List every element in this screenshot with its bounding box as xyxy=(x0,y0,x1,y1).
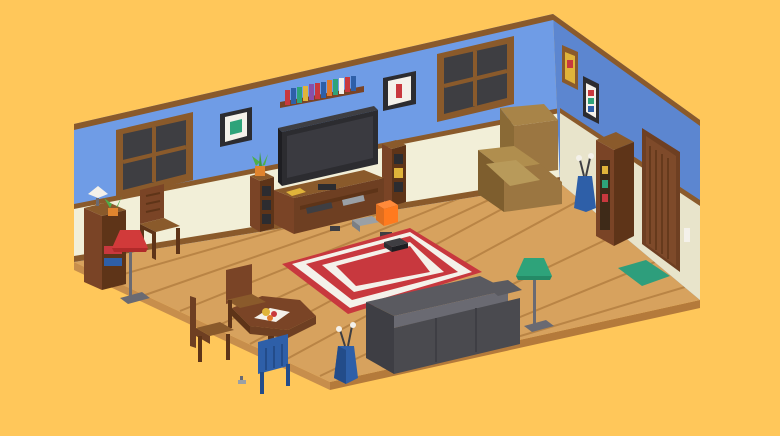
room-scene xyxy=(0,0,780,436)
clock-icon xyxy=(596,132,634,246)
speaker-icon xyxy=(382,140,406,206)
speaker-icon xyxy=(250,172,274,232)
picture-frame-icon xyxy=(583,76,599,124)
storage-box xyxy=(376,200,398,226)
light-switch xyxy=(684,228,690,242)
room-illustration xyxy=(0,0,780,436)
picture-frame-icon xyxy=(383,71,416,111)
picture-frame-icon xyxy=(220,107,252,147)
